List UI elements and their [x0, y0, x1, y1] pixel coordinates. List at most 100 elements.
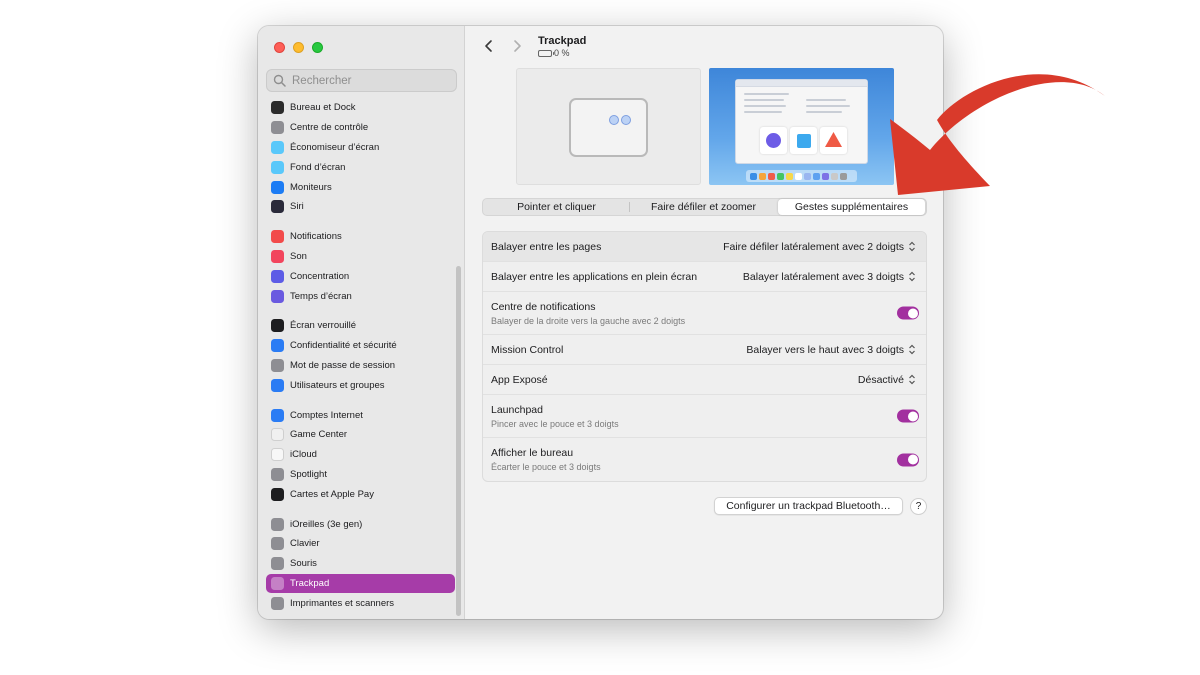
internet-accounts-icon	[271, 408, 284, 422]
sidebar-item-label: Utilisateurs et groupes	[290, 379, 385, 391]
siri-icon	[271, 200, 284, 214]
preview-line	[744, 93, 789, 95]
help-button[interactable]: ?	[910, 498, 927, 515]
sidebar-item[interactable]: Imprimantes et scanners	[266, 593, 455, 613]
gesture-row-text: Balayer entre les applications en plein …	[491, 271, 697, 283]
gesture-label: Balayer entre les pages	[491, 240, 602, 253]
sidebar-item[interactable]: Souris	[266, 554, 455, 574]
preview-circle-card	[760, 127, 787, 154]
tab-bar: Pointer et cliquer Faire défiler et zoom…	[482, 198, 927, 216]
search-field[interactable]: Rechercher	[266, 69, 457, 92]
gesture-row-text: Afficher le bureau Écarter le pouce et 3 …	[491, 447, 601, 472]
configure-bluetooth-trackpad-button[interactable]: Configurer un trackpad Bluetooth…	[714, 497, 903, 515]
sidebar-item[interactable]: Comptes Internet	[266, 405, 455, 425]
search-input[interactable]: Rechercher	[292, 75, 351, 87]
sidebar-item[interactable]: Fond d’écran	[266, 157, 455, 177]
tab-scroll-zoom[interactable]: Faire défiler et zoomer	[630, 199, 777, 215]
gesture-popup-button[interactable]: Désactivé	[858, 374, 916, 386]
tab-pointer-click[interactable]: Pointer et cliquer	[483, 199, 630, 215]
gesture-label: Mission Control	[491, 343, 564, 356]
icloud-icon	[271, 448, 284, 462]
sidebar-item-label: Économiseur d’écran	[290, 141, 380, 153]
sidebar-item[interactable]: Trackpad	[266, 573, 455, 594]
main-pane: Trackpad 0 % Pointer et cliquer Faire dé…	[466, 26, 943, 619]
sidebar-item[interactable]: Mot de passe de session	[266, 356, 455, 376]
gesture-popup-value: Balayer latéralement avec 3 doigts	[742, 270, 904, 283]
sidebar-item[interactable]: Cartes et Apple Pay	[266, 484, 455, 504]
sidebar-item-label: Clavier	[290, 538, 320, 550]
gesture-popup-button[interactable]: Balayer latéralement avec 3 doigts	[743, 271, 916, 283]
gesture-toggle[interactable]	[897, 306, 919, 320]
gesture-popup-button[interactable]: Faire défiler latéralement avec 2 doigts	[723, 241, 916, 253]
preview-line	[806, 111, 842, 113]
preview-line	[806, 99, 846, 101]
finger-icon	[621, 115, 631, 125]
sidebar-item-label: Cartes et Apple Pay	[290, 488, 374, 500]
preview-triangle-card	[820, 127, 847, 154]
gesture-label: Launchpad	[491, 403, 543, 416]
sidebar-list: Bureau et Dock Centre de contrôle Économis…	[266, 98, 455, 618]
sidebar-item[interactable]: Game Center	[266, 425, 455, 445]
focus-icon	[271, 269, 284, 283]
settings-window: Rechercher Bureau et Dock Centre de contr…	[258, 26, 943, 619]
sidebar-item-label: Écran verrouillé	[290, 320, 356, 332]
gesture-toggle[interactable]	[897, 453, 919, 466]
sidebar-item[interactable]: Écran verrouillé	[266, 316, 455, 336]
sidebar-item[interactable]: iCloud	[266, 445, 455, 465]
forward-chevron-icon[interactable]	[510, 39, 524, 53]
printer-icon	[271, 596, 284, 610]
sidebar-item-label: Temps d’écran	[290, 290, 352, 302]
sidebar-item[interactable]: iOreilles (3e gen)	[266, 514, 455, 534]
sidebar-scrollbar[interactable]	[456, 266, 461, 616]
zoom-button[interactable]	[312, 42, 323, 53]
sidebar-item-label: Imprimantes et scanners	[290, 597, 395, 609]
sidebar-item[interactable]: Bureau et Dock	[266, 98, 455, 118]
sound-icon	[271, 249, 284, 263]
sidebar-item[interactable]: Clavier	[266, 534, 455, 554]
window-controls	[274, 42, 323, 53]
sidebar-item[interactable]: Utilisateurs et groupes	[266, 375, 455, 395]
gesture-row: Balayer entre les applications en plein …	[483, 262, 926, 292]
lock-screen-icon	[271, 319, 284, 333]
sidebar-item[interactable]: Spotlight	[266, 465, 455, 485]
gesture-row-text: App Exposé	[491, 374, 548, 386]
sidebar-item[interactable]: Confidentialité et sécurité	[266, 336, 455, 356]
gesture-row: Launchpad Pincer avec le pouce et 3 doigt…	[483, 395, 926, 438]
sidebar-item[interactable]: Centre de contrôle	[266, 118, 455, 138]
finger-icon	[609, 115, 619, 125]
gesture-settings-list: Balayer entre les pages Faire défiler lat…	[482, 231, 927, 482]
displays-icon	[271, 180, 284, 194]
back-chevron-icon[interactable]	[482, 39, 496, 53]
trackpad-preview	[516, 68, 701, 185]
gesture-toggle[interactable]	[897, 409, 919, 423]
stage: Rechercher Bureau et Dock Centre de contr…	[0, 0, 1200, 675]
page-title: Trackpad	[538, 35, 587, 47]
sidebar-section-gap	[266, 504, 455, 514]
sidebar-item-label: Son	[290, 250, 307, 262]
gesture-video-preview	[709, 68, 894, 185]
sidebar-item[interactable]: Notifications	[266, 227, 455, 247]
sidebar-item-label: Spotlight	[290, 468, 327, 480]
sidebar-item[interactable]: Temps d’écran	[266, 286, 455, 306]
gesture-row-text: Launchpad Pincer avec le pouce et 3 doigt…	[491, 404, 619, 429]
gesture-row-text: Balayer entre les pages	[491, 241, 601, 253]
sidebar-item-label: Centre de contrôle	[290, 122, 369, 134]
tab-more-gestures[interactable]: Gestes supplémentaires	[778, 199, 925, 215]
sidebar-item-label: iOreilles (3e gen)	[290, 518, 363, 530]
sidebar-item[interactable]: Moniteurs	[266, 177, 455, 197]
mouse-icon	[271, 557, 284, 571]
minimize-button[interactable]	[293, 42, 304, 53]
dock-icon	[271, 101, 284, 115]
close-button[interactable]	[274, 42, 285, 53]
trackpad-icon	[271, 576, 284, 590]
sidebar-item[interactable]: Concentration	[266, 266, 455, 286]
sidebar-item[interactable]: Son	[266, 247, 455, 267]
sidebar-item[interactable]: Économiseur d’écran	[266, 138, 455, 158]
battery-icon	[538, 49, 554, 57]
sidebar-item[interactable]: Siri	[266, 197, 455, 217]
chevron-updown-icon	[909, 241, 915, 252]
gesture-popup-button[interactable]: Balayer vers le haut avec 3 doigts	[746, 344, 916, 356]
battery-status: 0 %	[538, 48, 570, 58]
gesture-label: Afficher le bureau	[491, 447, 574, 459]
wallet-icon	[271, 487, 284, 501]
